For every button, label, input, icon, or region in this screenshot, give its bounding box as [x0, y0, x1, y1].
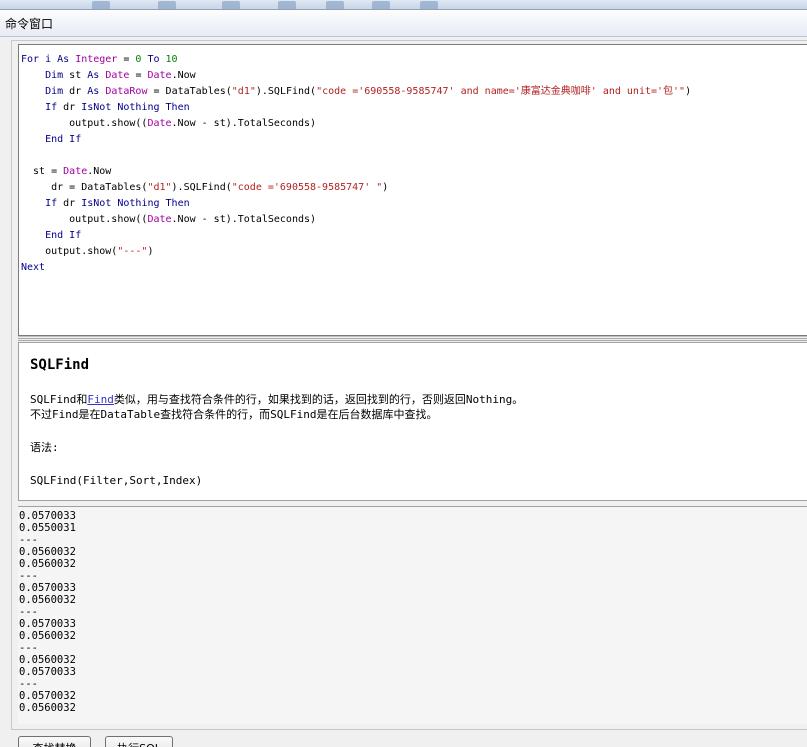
- code-line: output.show((Date.Now - st).TotalSeconds…: [21, 212, 807, 228]
- code-line: If dr IsNot Nothing Then: [21, 100, 807, 116]
- output-panel[interactable]: 0.0570033 0.0550031 --- 0.0560032 0.0560032-…: [18, 506, 807, 724]
- code-token: Integer: [75, 54, 118, 65]
- code-token: As: [87, 86, 100, 97]
- output-line: 0.0560032: [19, 702, 76, 714]
- code-token: Next: [21, 262, 46, 273]
- help-description-line-2: 不过Find是在DataTable查找符合条件的行，而SQLFind是在后台数据…: [30, 408, 438, 421]
- code-line: st = Date.Now: [21, 164, 807, 180]
- find-link[interactable]: Find: [87, 393, 114, 406]
- code-line: Dim dr As DataRow = DataTables("d1").SQL…: [21, 84, 807, 100]
- code-token: Date: [147, 70, 172, 81]
- window-title: 命令窗口: [5, 17, 54, 31]
- help-panel: SQLFind SQLFind和Find类似，用与查找符合条件的行，如果找到的话…: [18, 342, 807, 501]
- output-line: ---: [19, 570, 38, 582]
- code-token: = DataTables(: [147, 86, 232, 97]
- code-token: "code ='690558-9585747' and name='康富达金典咖…: [316, 86, 686, 97]
- code-token: =: [117, 54, 136, 65]
- code-token: If: [45, 198, 58, 209]
- code-token: .Now: [171, 70, 196, 81]
- output-line: 0.0560032: [19, 654, 76, 666]
- code-line: output.show((Date.Now - st).TotalSeconds…: [21, 116, 807, 132]
- code-line: output.show("---"): [21, 244, 807, 260]
- output-line: 0.0570033: [19, 618, 76, 630]
- code-line: End If: [21, 132, 807, 148]
- output-line: 0.0560032: [19, 630, 76, 642]
- output-line: ---: [19, 642, 38, 654]
- code-token: dr: [63, 86, 88, 97]
- code-token: Dim: [45, 70, 64, 81]
- code-token: ): [147, 246, 154, 257]
- code-token: "code ='690558-9585747' ": [231, 182, 383, 193]
- help-title: SQLFind: [30, 357, 90, 373]
- help-syntax-label: 语法:: [30, 441, 59, 454]
- output-line: 0.0570033: [19, 510, 76, 522]
- code-token: For i As: [21, 54, 76, 65]
- code-token: Dim: [45, 86, 64, 97]
- code-token: Date: [147, 214, 172, 225]
- code-token: output.show(: [21, 246, 118, 257]
- code-line: End If: [21, 228, 807, 244]
- code-token: IsNot Nothing Then: [81, 198, 190, 209]
- code-token: End If: [45, 230, 82, 241]
- output-line: ---: [19, 606, 38, 618]
- code-token: DataRow: [105, 86, 148, 97]
- code-token: =: [129, 70, 148, 81]
- code-token: Date: [63, 166, 88, 177]
- code-token: ): [382, 182, 389, 193]
- code-token: As: [87, 70, 100, 81]
- code-token: ).SQLFind(: [255, 86, 317, 97]
- output-line: ---: [19, 678, 38, 690]
- code-token: st: [63, 70, 88, 81]
- output-line: 0.0560032: [19, 594, 76, 606]
- code-token: dr: [57, 102, 82, 113]
- output-line: 0.0570033: [19, 582, 76, 594]
- code-token: dr = DataTables(: [21, 182, 148, 193]
- code-token: IsNot Nothing Then: [81, 102, 190, 113]
- code-token: If: [45, 102, 58, 113]
- code-line: Dim st As Date = Date.Now: [21, 68, 807, 84]
- output-line: 0.0570032: [19, 690, 76, 702]
- code-token: dr: [57, 198, 82, 209]
- output-line: 0.0570033: [19, 666, 76, 678]
- code-line: For i As Integer = 0 To 10: [21, 52, 807, 68]
- output-line: 0.0560032: [19, 546, 76, 558]
- code-line: dr = DataTables("d1").SQLFind("code ='69…: [21, 180, 807, 196]
- help-description-line-1: SQLFind和Find类似，用与查找符合条件的行，如果找到的话，返回找到的行，…: [30, 393, 524, 406]
- code-token: .Now: [87, 166, 112, 177]
- code-token: output.show((: [21, 214, 148, 225]
- code-token: ).SQLFind(: [171, 182, 232, 193]
- code-token: "d1": [147, 182, 172, 193]
- code-token: Date: [147, 118, 172, 129]
- title-bar[interactable]: 命令窗口: [0, 10, 807, 37]
- code-token: st =: [21, 166, 64, 177]
- execute-sql-button[interactable]: 执行SQL: [105, 736, 173, 747]
- code-token: To: [141, 54, 166, 65]
- code-token: "---": [117, 246, 148, 257]
- code-token: Date: [105, 70, 130, 81]
- output-line: 0.0560032: [19, 558, 76, 570]
- code-token: 10: [165, 54, 178, 65]
- code-line: Next: [21, 260, 807, 276]
- output-line: ---: [19, 534, 38, 546]
- code-token: .Now - st).TotalSeconds): [171, 118, 317, 129]
- output-line: 0.0550031: [19, 522, 76, 534]
- code-token: output.show((: [21, 118, 148, 129]
- code-token: End If: [45, 134, 82, 145]
- code-token: .Now - st).TotalSeconds): [171, 214, 317, 225]
- code-line: If dr IsNot Nothing Then: [21, 196, 807, 212]
- code-editor[interactable]: For i As Integer = 0 To 10 Dim st As Dat…: [18, 44, 807, 336]
- help-syntax: SQLFind(Filter,Sort,Index): [30, 474, 203, 487]
- find-replace-button[interactable]: 查找替换: [18, 736, 91, 747]
- code-token: "d1": [231, 86, 256, 97]
- code-token: ): [685, 86, 692, 97]
